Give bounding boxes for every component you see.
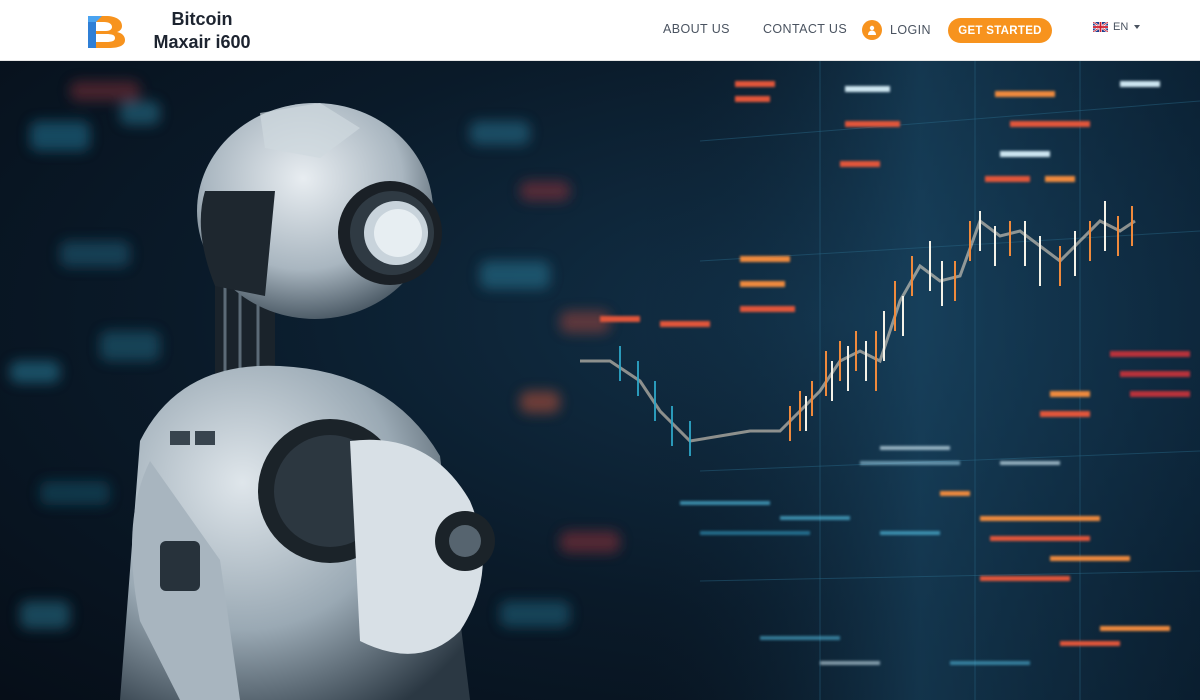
trading-screen: [580, 61, 1200, 700]
user-icon: [862, 20, 882, 40]
robot-figure: [120, 103, 495, 700]
caret-down-icon: [1134, 25, 1141, 29]
hero-illustration: [10, 61, 1200, 700]
uk-flag-icon: [1093, 22, 1108, 32]
brand-logo-icon[interactable]: [86, 12, 132, 48]
brand-name-line1: Bitcoin: [171, 9, 233, 29]
language-code: EN: [1113, 21, 1129, 33]
login-label: LOGIN: [890, 23, 931, 37]
hero-banner: [0, 61, 1200, 700]
nav-contact-link[interactable]: CONTACT US: [763, 22, 847, 36]
brand-name-line2: Maxair i600: [153, 32, 251, 52]
login-link[interactable]: LOGIN: [862, 20, 931, 40]
brand-name[interactable]: Bitcoin Maxair i600: [140, 8, 264, 54]
site-header: Bitcoin Maxair i600 ABOUT US CONTACT US …: [0, 0, 1200, 61]
language-selector[interactable]: EN: [1093, 21, 1141, 33]
nav-about-link[interactable]: ABOUT US: [663, 22, 730, 36]
get-started-button[interactable]: GET STARTED: [948, 18, 1052, 43]
